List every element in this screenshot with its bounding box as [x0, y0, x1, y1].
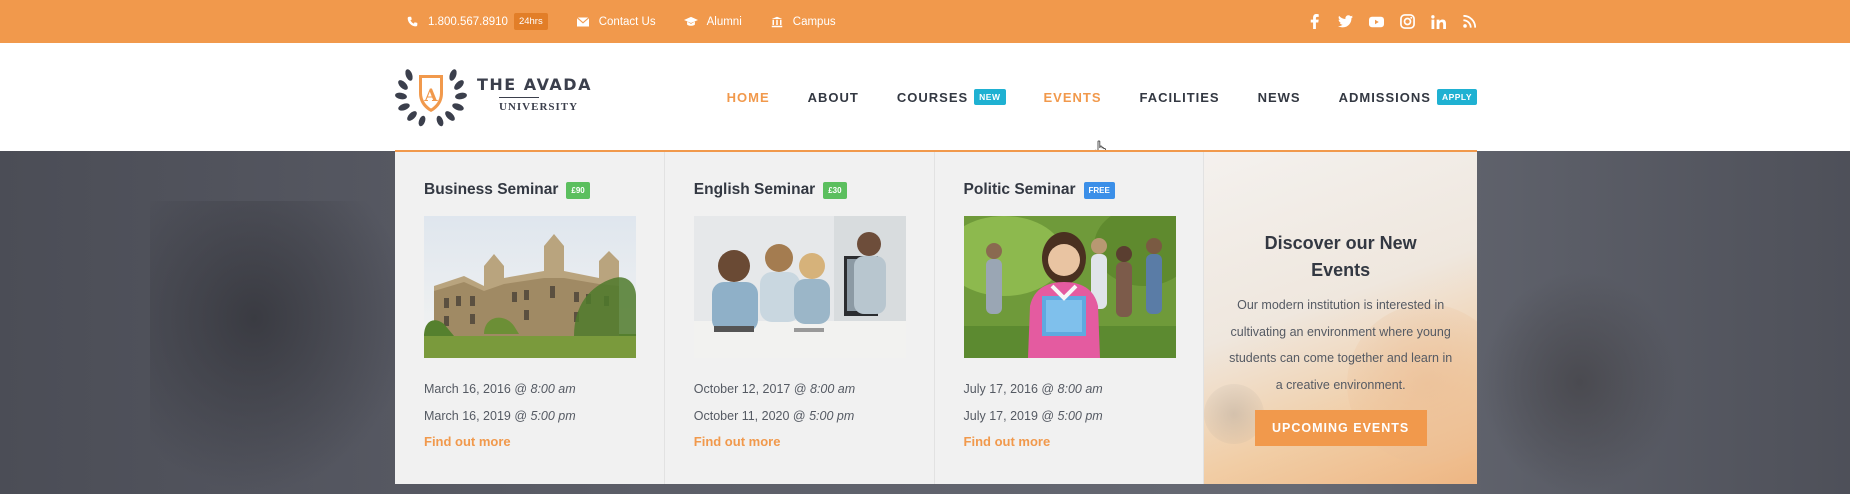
- phone-icon: [405, 15, 419, 29]
- nav-news[interactable]: NEWS: [1258, 43, 1301, 151]
- phone-hours-badge: 24hrs: [513, 13, 548, 30]
- campus-link[interactable]: Campus: [770, 15, 836, 29]
- event-column: English Seminar £30 October 12, 2017 @ 8…: [665, 152, 935, 484]
- event-dates: October 12, 2017 @ 8:00 am October 11, 2…: [694, 376, 934, 429]
- event-column: Politic Seminar FREE July 17, 2016 @ 8:0…: [935, 152, 1205, 484]
- find-out-more-link[interactable]: Find out more: [424, 429, 664, 455]
- nav-admissions[interactable]: ADMISSIONS APPLY: [1339, 43, 1477, 151]
- nav-courses[interactable]: COURSES NEW: [897, 43, 1006, 151]
- logo-subtitle: UNIVERSITY: [499, 101, 579, 113]
- contact-link[interactable]: Contact Us: [576, 15, 656, 29]
- alumni-link[interactable]: Alumni: [683, 15, 742, 29]
- find-out-more-link[interactable]: Find out more: [694, 429, 934, 455]
- alumni-label: Alumni: [706, 15, 742, 28]
- event-title[interactable]: Politic Seminar FREE: [964, 180, 1204, 200]
- site-header: A THE AVADA UNIVERSITY HOME ABOUT COURSE…: [0, 43, 1850, 158]
- nav-about[interactable]: ABOUT: [808, 43, 859, 151]
- youtube-icon[interactable]: [1369, 14, 1384, 29]
- event-date: October 12, 2017 @ 8:00 am: [693, 382, 856, 396]
- admissions-apply-badge: APPLY: [1436, 89, 1477, 105]
- graduation-cap-icon: [683, 15, 698, 29]
- social-links: [1307, 0, 1477, 43]
- nav-home[interactable]: HOME: [727, 43, 770, 151]
- linkedin-icon[interactable]: [1431, 14, 1446, 29]
- event-title[interactable]: Business Seminar £90: [424, 180, 664, 200]
- hero-presenter-silhouette: [150, 201, 410, 494]
- courses-new-badge: NEW: [974, 89, 1006, 105]
- event-image[interactable]: [693, 216, 906, 358]
- promo-description: Our modern institution is interested in …: [1229, 298, 1453, 392]
- promo-title: Discover our New Events: [1264, 233, 1417, 280]
- event-date: July 17, 2019 @ 5:00 pm: [963, 408, 1103, 423]
- phone-number: 1.800.567.8910: [428, 15, 508, 28]
- event-date: October 11, 2020 @ 5:00 pm: [693, 408, 855, 423]
- event-price-badge: £90: [566, 181, 590, 199]
- phone-link[interactable]: 1.800.567.8910 24hrs: [405, 13, 548, 30]
- event-dates: July 17, 2016 @ 8:00 am July 17, 2019 @ …: [964, 376, 1204, 429]
- twitter-icon[interactable]: [1338, 14, 1353, 29]
- top-bar: 1.800.567.8910 24hrs Contact Us Alumni C…: [0, 0, 1850, 43]
- facebook-icon[interactable]: [1307, 14, 1322, 29]
- hero-audience-silhouette: [1480, 271, 1680, 494]
- event-image[interactable]: [963, 216, 1176, 358]
- contact-label: Contact Us: [598, 15, 656, 28]
- event-price-badge: FREE: [1083, 181, 1115, 199]
- event-image[interactable]: [424, 216, 636, 358]
- upcoming-events-button[interactable]: UPCOMING EVENTS: [1254, 410, 1427, 446]
- find-out-more-link[interactable]: Find out more: [964, 429, 1204, 455]
- event-title[interactable]: English Seminar £30: [694, 180, 934, 200]
- event-column: Business Seminar £90 March 16, 2016 @ 8:…: [395, 152, 665, 484]
- events-mega-menu: Business Seminar £90 March 16, 2016 @ 8:…: [395, 150, 1478, 484]
- event-date: March 16, 2016 @ 8:00 am: [424, 382, 576, 396]
- site-logo[interactable]: A THE AVADA UNIVERSITY: [395, 61, 592, 127]
- top-bar-contact: 1.800.567.8910 24hrs Contact Us Alumni C…: [405, 0, 864, 43]
- event-price-badge: £30: [823, 181, 847, 199]
- campus-label: Campus: [792, 15, 836, 28]
- laurel-shield-logo-icon: A: [395, 69, 467, 127]
- event-date: March 16, 2019 @ 5:00 pm: [424, 408, 576, 423]
- nav-facilities[interactable]: FACILITIES: [1140, 43, 1220, 151]
- rss-icon[interactable]: [1462, 14, 1477, 29]
- nav-events[interactable]: EVENTS: [1044, 43, 1102, 151]
- events-promo-panel: Discover our New Events Our modern insti…: [1204, 152, 1478, 484]
- svg-text:A: A: [423, 86, 438, 106]
- logo-divider: [499, 97, 539, 98]
- envelope-icon: [576, 15, 590, 29]
- event-date: July 17, 2016 @ 8:00 am: [963, 382, 1103, 396]
- main-nav: HOME ABOUT COURSES NEW EVENTS FACILITIES…: [689, 43, 1477, 151]
- instagram-icon[interactable]: [1400, 14, 1415, 29]
- institution-icon: [770, 15, 784, 29]
- logo-title: THE AVADA: [477, 75, 592, 94]
- event-dates: March 16, 2016 @ 8:00 am March 16, 2019 …: [424, 376, 664, 429]
